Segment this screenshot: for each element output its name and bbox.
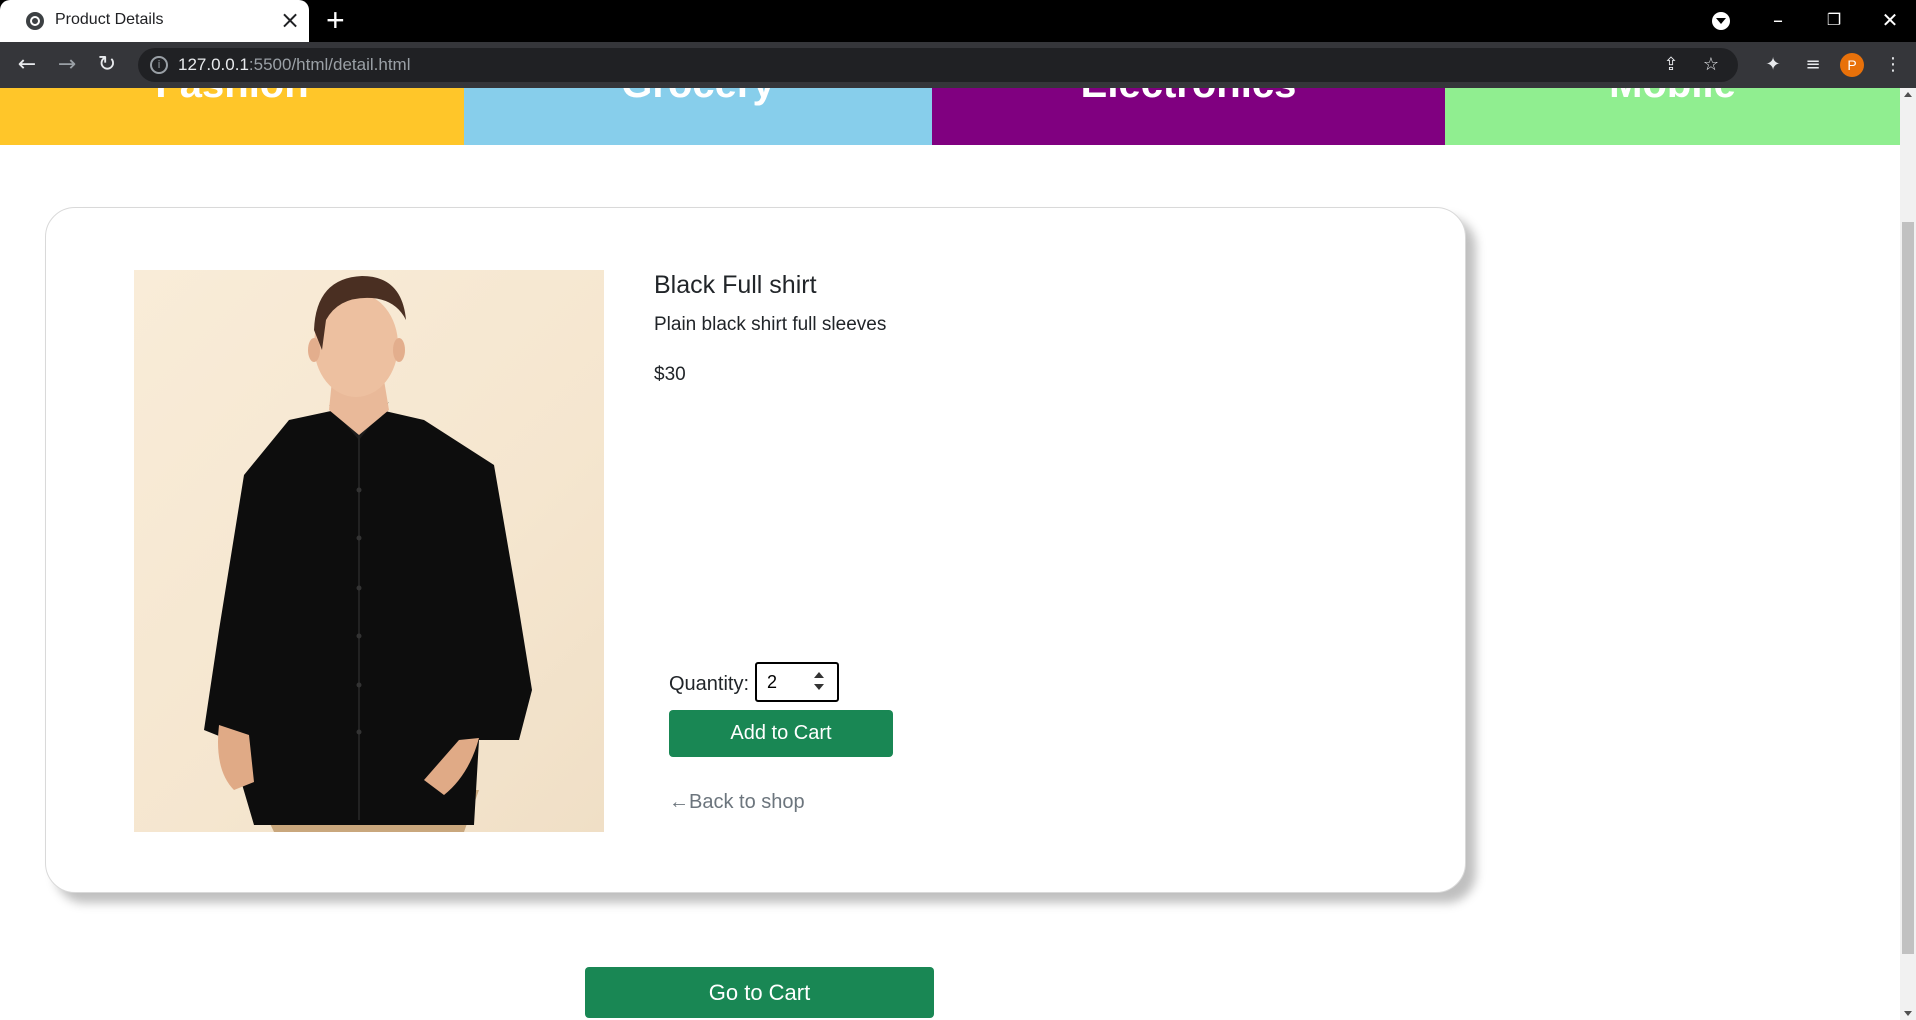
media-control-icon[interactable]: ≡ <box>1798 50 1828 80</box>
quantity-label: Quantity: <box>669 673 750 695</box>
tab-search-icon[interactable] <box>1712 12 1730 30</box>
forward-icon[interactable]: → <box>52 50 82 80</box>
restore-icon[interactable]: ❐ <box>1806 0 1862 42</box>
site-info-icon[interactable]: i <box>150 56 168 74</box>
quantity-stepper[interactable]: 2 <box>755 662 839 702</box>
spinner-icon[interactable] <box>813 670 825 694</box>
menu-kebab-icon[interactable]: ⋮ <box>1878 50 1908 80</box>
page-viewport: Fashion Grocery Electronics Mobile <box>0 88 1900 1020</box>
back-to-shop-link[interactable]: ←Back to shop <box>669 791 805 814</box>
tab-title: Product Details <box>55 11 164 28</box>
browser-tab[interactable]: Product Details × <box>0 0 309 42</box>
category-fashion[interactable]: Fashion <box>0 88 464 145</box>
tab-strip: Product Details × + – ❐ ✕ <box>0 0 1916 42</box>
minimize-icon[interactable]: – <box>1750 0 1806 42</box>
scroll-up-icon[interactable] <box>1904 92 1912 97</box>
product-price: $30 <box>654 364 686 385</box>
vertical-scrollbar[interactable] <box>1900 88 1916 1020</box>
bookmark-star-icon[interactable]: ☆ <box>1696 50 1726 80</box>
product-photo-black-shirt <box>204 276 532 832</box>
address-bar[interactable]: i 127.0.0.1:5500/html/detail.html ⇪ ☆ <box>138 48 1738 82</box>
product-image <box>134 270 604 832</box>
go-to-cart-button[interactable]: Go to Cart <box>585 967 934 1018</box>
category-electronics[interactable]: Electronics <box>932 88 1445 145</box>
globe-icon <box>26 12 44 30</box>
close-window-icon[interactable]: ✕ <box>1862 0 1916 42</box>
new-tab-icon[interactable]: + <box>326 4 345 36</box>
profile-avatar[interactable]: P <box>1840 53 1864 77</box>
product-title: Black Full shirt <box>654 271 817 299</box>
extensions-icon[interactable]: ✦ <box>1758 50 1788 80</box>
add-to-cart-button[interactable]: Add to Cart <box>669 710 893 757</box>
url-text: 127.0.0.1:5500/html/detail.html <box>178 55 411 74</box>
scroll-down-icon[interactable] <box>1904 1011 1912 1016</box>
share-icon[interactable]: ⇪ <box>1656 50 1686 80</box>
reload-icon[interactable]: ↻ <box>92 50 122 80</box>
scrollbar-thumb[interactable] <box>1902 222 1914 954</box>
category-grocery[interactable]: Grocery <box>464 88 932 145</box>
quantity-value: 2 <box>767 672 778 692</box>
product-description: Plain black shirt full sleeves <box>654 314 887 335</box>
category-mobile[interactable]: Mobile <box>1445 88 1900 145</box>
close-tab-icon[interactable]: × <box>280 8 300 32</box>
back-icon[interactable]: ← <box>12 50 42 80</box>
